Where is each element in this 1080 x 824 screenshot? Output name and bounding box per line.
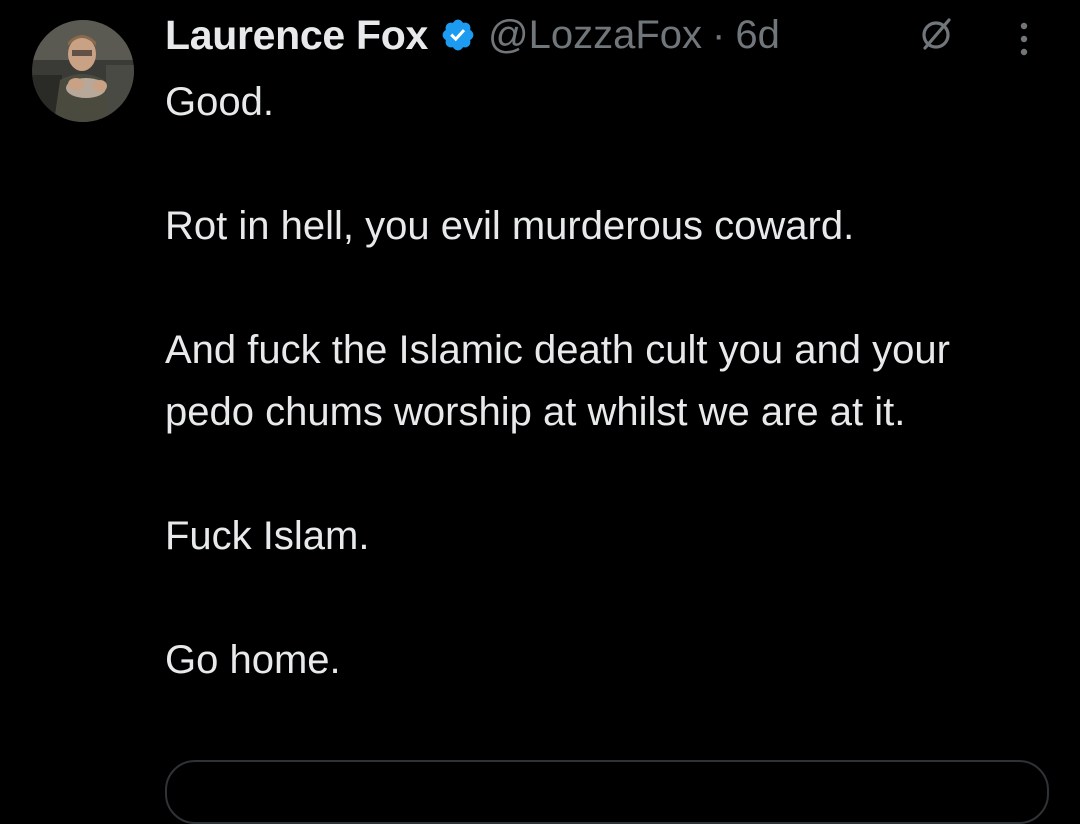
tweet-paragraph: Rot in hell, you evil murderous coward. bbox=[165, 204, 855, 248]
verified-badge-icon[interactable] bbox=[440, 17, 476, 53]
author-avatar[interactable] bbox=[32, 20, 134, 122]
author-display-name[interactable]: Laurence Fox bbox=[165, 12, 428, 59]
tweet-paragraph: Go home. bbox=[165, 638, 341, 682]
author-handle[interactable]: @LozzaFox bbox=[488, 13, 702, 58]
more-vertical-icon[interactable] bbox=[1016, 20, 1032, 58]
header-separator: · bbox=[712, 12, 726, 57]
tweet-paragraph: And fuck the Islamic death cult you and … bbox=[165, 328, 950, 434]
tweet-paragraph: Good. bbox=[165, 80, 274, 124]
avatar-image bbox=[32, 20, 134, 122]
tweet-header: Laurence Fox @LozzaFox · 6d bbox=[165, 10, 1045, 60]
grok-icon[interactable] bbox=[917, 16, 955, 54]
tweet[interactable]: Laurence Fox @LozzaFox · 6d Good. Rot in… bbox=[0, 0, 1080, 824]
tweet-timestamp[interactable]: 6d bbox=[735, 13, 780, 58]
quoted-card-edge[interactable] bbox=[165, 760, 1049, 824]
tweet-paragraph: Fuck Islam. bbox=[165, 514, 370, 558]
tweet-text: Good. Rot in hell, you evil murderous co… bbox=[165, 71, 1045, 691]
